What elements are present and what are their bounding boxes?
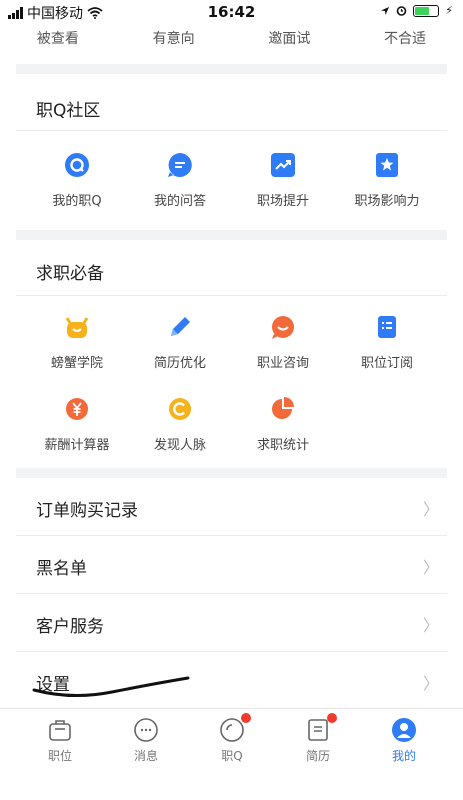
- career-influence-item[interactable]: 职场影响力: [332, 152, 442, 209]
- job-stats-item[interactable]: 求职统计: [228, 396, 338, 453]
- order-history-label: 订单购买记录: [36, 501, 138, 521]
- status-right: ⚡: [380, 4, 453, 17]
- tab-messages[interactable]: 消息: [100, 717, 192, 764]
- customer-service-label: 客户服务: [36, 617, 104, 637]
- section-divider: [16, 468, 447, 478]
- career-influence-label: 职场影响力: [354, 194, 420, 209]
- subscription-icon: [374, 314, 400, 340]
- zhiq-icon: [219, 713, 251, 743]
- crab-academy-label: 螃蟹学院: [50, 356, 103, 371]
- yuan-icon: [64, 396, 90, 422]
- resume-optimize-item[interactable]: 简历优化: [125, 314, 235, 371]
- section-divider: [16, 64, 447, 74]
- alarm-icon: [396, 6, 407, 16]
- my-zhiq-item[interactable]: 我的职Q: [22, 152, 132, 209]
- order-history-row[interactable]: 订单购买记录 〉: [16, 478, 447, 536]
- tab-messages-label: 消息: [133, 749, 158, 763]
- salary-calculator-label: 薪酬计算器: [44, 438, 110, 453]
- career-boost-item[interactable]: 职场提升: [228, 152, 338, 209]
- battery-icon: [413, 4, 440, 17]
- career-consult-item[interactable]: 职业咨询: [228, 314, 338, 371]
- tab-mine[interactable]: 我的: [358, 717, 450, 764]
- notification-dot: [241, 713, 251, 723]
- job-subscription-label: 职位订阅: [360, 356, 413, 371]
- status-bar: 中国移动 16:42 ⚡: [0, 0, 463, 24]
- section-divider: [16, 230, 447, 240]
- charging-icon: ⚡: [445, 4, 453, 17]
- salary-calculator-item[interactable]: 薪酬计算器: [22, 396, 132, 453]
- divider-line: [16, 130, 447, 131]
- tab-interview-invite[interactable]: 邀面试: [232, 24, 348, 60]
- pencil-icon: [167, 314, 193, 340]
- career-consult-label: 职业咨询: [256, 356, 309, 371]
- tab-jobs-label: 职位: [47, 749, 72, 763]
- blacklist-row[interactable]: 黑名单 〉: [16, 536, 447, 594]
- my-qa-label: 我的问答: [153, 194, 206, 209]
- qa-chat-icon: [167, 152, 193, 178]
- customer-service-row[interactable]: 客户服务 〉: [16, 594, 447, 652]
- job-essentials-section-title: 求职必备: [36, 264, 104, 284]
- discover-connections-label: 发现人脉: [153, 438, 206, 453]
- chevron-right-icon: 〉: [422, 616, 439, 635]
- notification-dot: [327, 713, 337, 723]
- tab-interested[interactable]: 有意向: [116, 24, 232, 60]
- my-zhiq-label: 我的职Q: [52, 194, 102, 209]
- community-section-title: 职Q社区: [36, 101, 101, 121]
- bottom-tab-bar: 职位 消息 职Q 简历 我的: [0, 708, 463, 800]
- tab-resume[interactable]: 简历: [272, 713, 364, 764]
- my-zhiq-icon: [64, 152, 90, 178]
- application-status-tabs: 被查看 有意向 邀面试 不合适: [0, 24, 463, 60]
- pie-chart-icon: [270, 396, 296, 422]
- profile-icon: [391, 717, 417, 743]
- job-subscription-item[interactable]: 职位订阅: [332, 314, 442, 371]
- star-badge-icon: [374, 152, 400, 178]
- discover-connections-item[interactable]: 发现人脉: [125, 396, 235, 453]
- message-icon: [133, 717, 159, 743]
- location-icon: [381, 6, 390, 15]
- my-qa-item[interactable]: 我的问答: [125, 152, 235, 209]
- crab-academy-item[interactable]: 螃蟹学院: [22, 314, 132, 371]
- trend-up-icon: [270, 152, 296, 178]
- tab-jobs[interactable]: 职位: [14, 717, 106, 764]
- resume-optimize-label: 简历优化: [153, 356, 206, 371]
- consult-icon: [270, 314, 296, 340]
- chevron-right-icon: 〉: [422, 558, 439, 577]
- tab-resume-label: 简历: [305, 749, 330, 763]
- hand-drawn-underline: [32, 676, 190, 698]
- blacklist-label: 黑名单: [36, 559, 87, 579]
- tab-zhiq-label: 职Q: [221, 749, 243, 763]
- chevron-right-icon: 〉: [422, 500, 439, 519]
- divider-line: [16, 295, 447, 296]
- career-boost-label: 职场提升: [256, 194, 309, 209]
- crab-icon: [64, 314, 90, 340]
- resume-icon: [305, 713, 337, 743]
- tab-zhiq[interactable]: 职Q: [186, 713, 278, 764]
- tab-viewed[interactable]: 被查看: [0, 24, 116, 60]
- chevron-right-icon: 〉: [422, 674, 439, 693]
- briefcase-icon: [47, 717, 73, 743]
- job-stats-label: 求职统计: [256, 438, 309, 453]
- connections-icon: [167, 396, 193, 422]
- tab-mine-label: 我的: [391, 749, 416, 763]
- tab-unsuitable[interactable]: 不合适: [347, 24, 463, 60]
